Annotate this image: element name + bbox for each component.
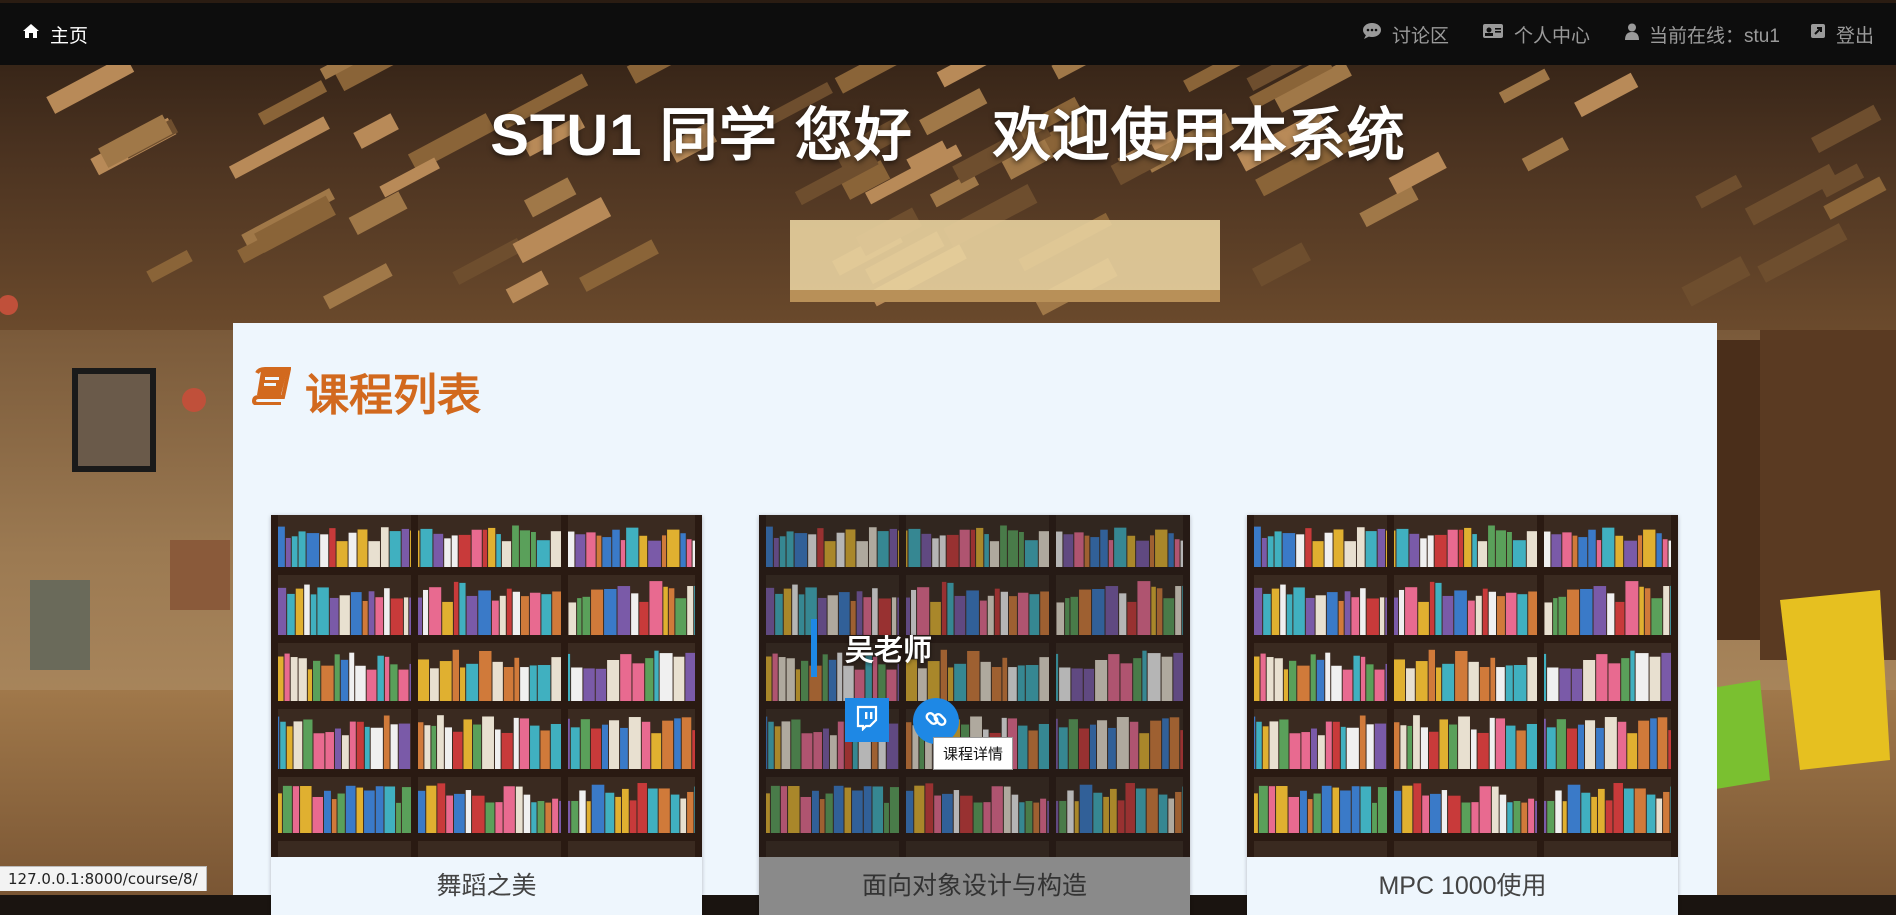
nav-home-label: 主页 [50, 25, 89, 47]
top-navbar: 主页 讨论区 个人中心 当前在线：stu1 登出 [0, 3, 1896, 65]
nav-online-user: 当前在线：stu1 [1625, 3, 1780, 65]
course-name: 舞蹈之美 [436, 872, 537, 900]
hero-greeting: STU1 同学 您好 欢迎使用本系统 [0, 88, 1896, 172]
course-list-heading: 课程列表 [251, 359, 481, 423]
nav-logout-link[interactable]: 登出 [1810, 3, 1874, 65]
id-card-icon [1482, 23, 1504, 45]
course-cover-image [271, 515, 702, 857]
course-teacher: 吴老师 [845, 635, 933, 667]
nav-profile-link[interactable]: 个人中心 [1482, 3, 1590, 65]
home-icon [22, 23, 40, 45]
course-card[interactable]: 舞蹈之美 [271, 515, 702, 915]
nav-home-link[interactable]: 主页 [22, 3, 88, 65]
course-card[interactable]: 吴老师 课程详情 面向对象设计与构造 [759, 515, 1190, 915]
teacher-accent-bar [811, 619, 817, 677]
course-cover-image [1247, 515, 1678, 857]
course-hover-overlay: 吴老师 课程详情 [759, 515, 1190, 857]
course-detail-tooltip: 课程详情 [933, 737, 1014, 770]
course-list-panel: 课程列表 舞蹈之美 吴老师 课程详情 面向对象设计与构造 MPC 1000使用 [233, 323, 1717, 915]
hero-greeting-user: STU1 同学 您好 [490, 103, 913, 168]
user-icon [1625, 23, 1639, 46]
link-icon [923, 706, 949, 737]
nav-forum-label: 讨论区 [1392, 25, 1450, 47]
course-card[interactable]: MPC 1000使用 [1247, 515, 1678, 915]
course-chat-button[interactable] [845, 698, 889, 742]
course-list-title: 课程列表 [305, 371, 481, 420]
hero-welcome: 欢迎使用本系统 [992, 103, 1406, 168]
nav-profile-label: 个人中心 [1514, 25, 1591, 47]
nav-online-label: 当前在线：stu1 [1649, 25, 1780, 47]
course-name: MPC 1000使用 [1378, 872, 1547, 900]
nav-logout-label: 登出 [1836, 25, 1875, 47]
nav-forum-link[interactable]: 讨论区 [1362, 3, 1449, 65]
course-name: 面向对象设计与构造 [759, 857, 1190, 915]
book-icon [251, 366, 292, 416]
comment-icon [1362, 22, 1382, 46]
external-link-icon [1810, 23, 1826, 45]
twitch-icon [854, 705, 880, 736]
status-bar-url: 127.0.0.1:8000/course/8/ [0, 866, 207, 891]
